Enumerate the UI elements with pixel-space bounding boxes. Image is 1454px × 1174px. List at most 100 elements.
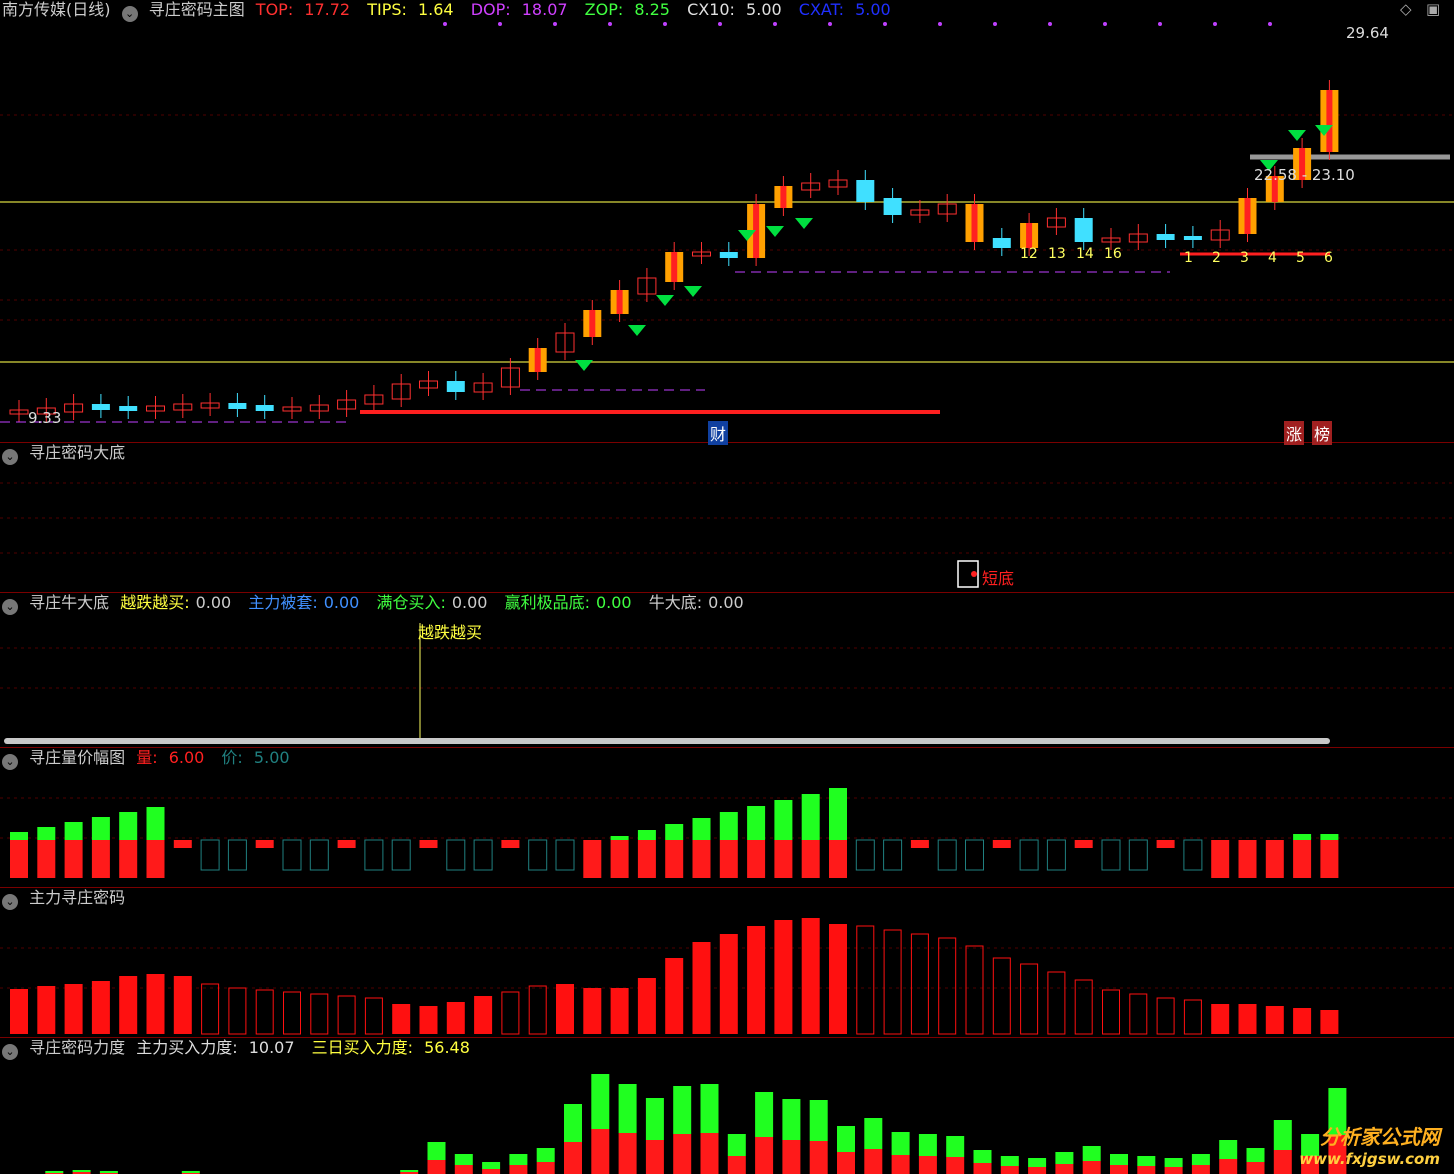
item-mancang-value: 0.00 [451,593,488,612]
vol-number: 6.00 [168,748,205,767]
force-bar-hollow [856,925,875,1035]
strength-green [181,1171,200,1173]
volume-bar-red [829,840,847,878]
strength-green [891,1132,910,1155]
bull-bottom-pane[interactable]: ⌄ 寻庄牛大底 越跌越买: 0.00 主力被套: 0.00 满仓买入: 0.00 赢利… [0,593,1454,748]
candlestick-chart[interactable]: 12 13 14 16 1 2 3 4 5 6 [0,0,1454,443]
candle-stripe [534,348,541,372]
force-bar [692,942,711,1034]
force-bar [446,1002,465,1034]
zhang-tag[interactable]: 涨 [1284,421,1305,445]
main-force-pane[interactable]: ⌄ 主力寻庄密码 [0,888,1454,1038]
chevron-down-icon[interactable]: ⌄ [2,894,18,910]
bottom-indicator-pane[interactable]: ⌄ 寻庄密码大底 短底 [0,443,1454,593]
strength-name[interactable]: 寻庄密码力度 [29,1038,125,1057]
strength-red [837,1152,855,1174]
item-niudadi-value: 0.00 [708,593,744,612]
volume-price-pane[interactable]: ⌄ 寻庄量价幅图 量: 6.00 价: 5.00 [0,748,1454,888]
volume-bar-green [1320,834,1339,840]
strength-red [454,1165,473,1174]
volume-bar-red [774,840,793,878]
main-chart-pane[interactable]: 南方传媒(日线) ⌄ 寻庄密码主图 TOP: 17.72 TIPS: 1.64 … [0,0,1454,445]
strength-green [564,1104,582,1142]
volume-bar-red [992,840,1011,848]
force-bar [64,984,83,1034]
volume-bar-cyan [1183,839,1203,871]
strength-red [700,1133,719,1174]
strength-green [837,1126,855,1152]
strength-red [1219,1159,1238,1174]
force-bar [1238,1004,1257,1034]
strength-red [509,1165,528,1174]
strength-title: ⌄ 寻庄密码力度 主力买入力度: 10.07 三日买入力度: 56.48 [2,1038,482,1060]
purple-dot [938,22,942,26]
volume-bar-cyan [1019,839,1039,871]
force-bar [829,924,847,1034]
force-bar-hollow [910,933,929,1035]
bull-bottom-name[interactable]: 寻庄牛大底 [29,593,109,612]
candle-body [1074,218,1093,242]
strength-green [727,1134,746,1156]
strength-red [1191,1165,1210,1174]
strength-green [1273,1120,1292,1150]
force-bar-hollow [1129,993,1148,1035]
three-day-value: 56.48 [424,1038,470,1057]
strength-red [1055,1164,1074,1174]
chevron-down-icon[interactable]: ⌄ [2,599,18,615]
strength-green [99,1171,118,1173]
strength-pane[interactable]: ⌄ 寻庄密码力度 主力买入力度: 10.07 三日买入力度: 56.48 分析家… [0,1038,1454,1174]
strength-red [645,1140,664,1174]
cai-tag[interactable]: 财 [708,421,729,445]
strength-red [973,1163,992,1174]
purple-dot [1213,22,1217,26]
chevron-down-icon[interactable]: ⌄ [2,449,18,465]
force-bar-hollow [501,991,520,1035]
volume-bar-cyan [473,839,493,871]
chevron-down-icon[interactable]: ⌄ [2,1044,18,1060]
strength-green [1137,1156,1156,1166]
main-force-name[interactable]: 主力寻庄密码 [29,888,125,907]
buy-arrow [575,360,593,371]
force-bar [419,1006,438,1034]
volume-bar-red [1293,840,1312,878]
strength-green [673,1086,692,1134]
volume-price-chart [0,788,1454,878]
force-bar-hollow [337,995,356,1035]
strength-green [618,1084,637,1133]
chevron-down-icon[interactable]: ⌄ [2,754,18,770]
bang-tag[interactable]: 榜 [1312,421,1333,445]
force-bar [1293,1008,1312,1034]
item-mancang-label: 满仓买入: [376,593,446,612]
strength-red [1246,1162,1265,1174]
volume-bar-green [10,832,28,840]
volume-bar-cyan [555,839,575,871]
volume-bar-cyan [1046,839,1066,871]
strength-red [727,1156,746,1174]
strength-red [1082,1161,1101,1174]
volume-price-name[interactable]: 寻庄量价幅图 [29,748,125,767]
watermark-url: www.fxjgsw.com [1299,1150,1440,1168]
force-bar [747,926,766,1034]
buy-arrow [766,226,784,237]
strength-red [755,1137,774,1174]
force-bar-hollow [965,945,984,1035]
short-bottom-signal: 短底 [982,569,1015,588]
force-bar [10,989,28,1034]
strength-red [1164,1167,1183,1174]
volume-bar-red [1238,840,1257,878]
main-strength-label: 主力买入力度: [136,1038,238,1057]
buy-arrow [795,218,813,229]
volume-bar-cyan [883,839,903,871]
three-day-label: 三日买入力度: [311,1038,414,1057]
strength-green [918,1134,937,1156]
force-bar [665,958,684,1034]
volume-bar-red [501,840,520,848]
low-price-label: 9.33 [28,409,62,427]
bottom-indicator-name[interactable]: 寻庄密码大底 [29,443,125,462]
strength-green [454,1154,473,1165]
purple-dot [608,22,612,26]
strength-red [564,1142,582,1174]
price-number: 5.00 [253,748,290,767]
volume-bar-green [719,812,738,840]
force-bar-hollow [228,987,247,1035]
